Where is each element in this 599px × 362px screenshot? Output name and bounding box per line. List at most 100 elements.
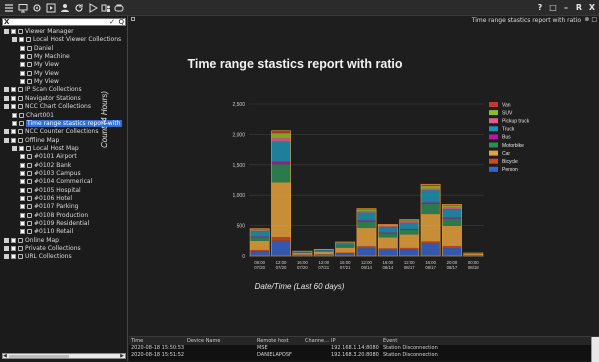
help-button[interactable]: ? [535, 3, 545, 13]
scroll-thumb[interactable] [9, 355, 69, 358]
expand-toggle-icon[interactable] [4, 87, 9, 92]
tree-item[interactable]: #0101 Airport [20, 153, 77, 161]
tree-checkbox[interactable] [20, 221, 25, 226]
tree-item[interactable]: NCC Chart Collections [4, 103, 91, 111]
expand-toggle-icon[interactable] [4, 254, 9, 259]
table-row[interactable]: 2020-08-18 15:51:52 DANIELAPOSF 192.168.… [129, 352, 599, 359]
tree-checkbox[interactable] [11, 246, 16, 251]
tree-item[interactable]: URL Collections [4, 253, 72, 261]
horizontal-scrollbar[interactable]: ◀ ▶ [2, 353, 126, 359]
col-header-event[interactable]: Event [383, 337, 397, 345]
view-tab-title[interactable]: Time range stastics report with ratio [472, 17, 581, 24]
table-row[interactable]: 2020-08-18 15:50:53 MSE 192.168.1.14:808… [129, 345, 599, 352]
col-header-remote-host[interactable]: Remote host [257, 337, 289, 345]
expand-toggle-icon[interactable] [12, 146, 17, 151]
expand-toggle-icon[interactable] [12, 37, 17, 42]
tree-checkbox[interactable] [11, 238, 16, 243]
tree-item[interactable]: #0103 Campus [20, 170, 81, 178]
tree-item[interactable]: My Machine [20, 53, 70, 61]
apply-search-icon[interactable]: ✓ [109, 18, 115, 26]
tree-checkbox[interactable] [19, 146, 24, 151]
minimize-button[interactable]: – [561, 3, 571, 13]
tree-item[interactable]: Online Map [4, 237, 59, 245]
tree-checkbox[interactable] [20, 46, 25, 51]
tree-checkbox[interactable] [20, 229, 25, 234]
tree-item[interactable]: My View [20, 70, 59, 78]
search-input[interactable]: X ✓ Q [2, 18, 126, 26]
menu-icon[interactable] [4, 3, 14, 13]
tree-item[interactable]: Local Host Viewer Collections [12, 36, 121, 44]
tree-checkbox[interactable] [11, 29, 16, 34]
tree-checkbox[interactable] [20, 179, 25, 184]
refresh-icon[interactable] [74, 3, 84, 13]
view-tab-controls[interactable]: ⊗ □ [584, 16, 597, 23]
col-header-time[interactable]: Time [131, 337, 143, 345]
tree-item[interactable]: Private Collections [4, 245, 81, 253]
user-icon[interactable] [60, 3, 70, 13]
tree-item[interactable]: Navigator Stations [4, 95, 81, 103]
tree-checkbox[interactable] [20, 196, 25, 201]
tree-checkbox[interactable] [20, 71, 25, 76]
expand-toggle-icon[interactable] [4, 104, 9, 109]
scroll-right-icon[interactable]: ▶ [120, 353, 124, 359]
media-icon[interactable] [46, 3, 56, 13]
tree-item[interactable]: #0110 Retail [20, 228, 73, 236]
tree-item[interactable]: Daniel [20, 45, 53, 53]
expand-toggle-icon[interactable] [4, 138, 9, 143]
tree-item[interactable]: Viewer Manager [4, 28, 74, 36]
panel-toggle-icon[interactable] [131, 17, 135, 21]
tree-item[interactable]: My View [20, 61, 59, 69]
tree-item[interactable]: #0106 Hotel [20, 195, 72, 203]
tree-item[interactable]: NCC Counter Collections [4, 128, 98, 136]
col-header-channel[interactable]: Channe... [305, 337, 329, 345]
col-header-device[interactable]: Device Name [187, 337, 220, 345]
link-icon[interactable] [114, 3, 124, 13]
tree-checkbox[interactable] [20, 171, 25, 176]
tree-item[interactable]: #0109 Residential [20, 220, 89, 228]
tree-item[interactable]: IP Scan Collections [4, 86, 82, 94]
tree-item[interactable]: #0104 Commerical [20, 178, 92, 186]
scroll-left-icon[interactable]: ◀ [3, 353, 7, 359]
tree-checkbox[interactable] [11, 96, 16, 101]
tree-checkbox[interactable] [11, 254, 16, 259]
expand-toggle-icon[interactable] [4, 29, 9, 34]
play-icon[interactable] [88, 3, 98, 13]
maximize-button[interactable]: □ [548, 3, 558, 13]
monitor-icon[interactable] [18, 3, 28, 13]
settings-icon[interactable] [32, 3, 42, 13]
tree-checkbox[interactable] [12, 121, 17, 126]
col-header-ip[interactable]: IP [331, 337, 336, 345]
tree-item[interactable]: #0107 Parking [20, 203, 78, 211]
tree-checkbox[interactable] [19, 37, 24, 42]
tree-checkbox[interactable] [12, 113, 17, 118]
restore-button[interactable]: R [574, 3, 584, 13]
tree-checkbox[interactable] [11, 138, 16, 143]
tree-checkbox[interactable] [20, 79, 25, 84]
clear-search-icon[interactable]: X [4, 18, 9, 26]
tree-checkbox[interactable] [20, 188, 25, 193]
tree-checkbox[interactable] [11, 104, 16, 109]
expand-toggle-icon[interactable] [4, 238, 9, 243]
close-button[interactable]: X [587, 3, 597, 13]
expand-toggle-icon[interactable] [4, 96, 9, 101]
tree-checkbox[interactable] [20, 213, 25, 218]
tree-item[interactable]: Local Host Map [12, 145, 79, 153]
tree-item[interactable]: Chart001 [12, 112, 54, 120]
expand-toggle-icon[interactable] [4, 246, 9, 251]
tree-checkbox[interactable] [20, 62, 25, 67]
search-icon[interactable]: Q [118, 18, 124, 26]
tree-item[interactable]: #0105 Hospital [20, 187, 81, 195]
devices-icon[interactable] [101, 3, 111, 13]
tree-checkbox[interactable] [20, 163, 25, 168]
tree-item[interactable]: Offline Map [4, 137, 59, 145]
tree-item[interactable]: #0102 Bank [20, 162, 71, 170]
tree-checkbox[interactable] [20, 204, 25, 209]
tree-checkbox[interactable] [11, 87, 16, 92]
expand-toggle-icon[interactable] [4, 129, 9, 134]
tree-checkbox[interactable] [20, 54, 25, 59]
tree-item[interactable]: #0108 Production [20, 212, 88, 220]
tree-checkbox[interactable] [11, 129, 16, 134]
tree-checkbox[interactable] [20, 154, 25, 159]
tree-item[interactable]: My View [20, 78, 59, 86]
vertical-scrollbar[interactable] [591, 337, 599, 362]
